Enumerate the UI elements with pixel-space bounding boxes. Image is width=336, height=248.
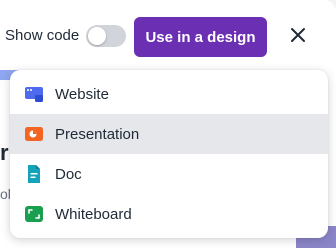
presentation-icon bbox=[24, 124, 44, 144]
menu-item-doc[interactable]: Doc bbox=[10, 154, 328, 194]
background-text-fragment: r bbox=[0, 140, 9, 165]
menu-item-label: Website bbox=[55, 85, 109, 103]
whiteboard-icon bbox=[24, 204, 44, 224]
website-icon bbox=[24, 84, 44, 104]
close-button[interactable] bbox=[286, 25, 310, 49]
doc-icon bbox=[24, 164, 44, 184]
design-type-menu: Website Presentation Doc Whiteboard bbox=[10, 70, 328, 238]
menu-item-label: Whiteboard bbox=[55, 205, 132, 223]
panel: r ol Show code Use in a design Website P… bbox=[0, 0, 336, 248]
use-in-design-button[interactable]: Use in a design bbox=[134, 17, 267, 57]
menu-item-label: Presentation bbox=[55, 125, 140, 143]
menu-item-whiteboard[interactable]: Whiteboard bbox=[10, 194, 328, 234]
toolbar: Show code Use in a design bbox=[0, 0, 336, 72]
menu-item-label: Doc bbox=[55, 165, 82, 183]
toggle-knob bbox=[88, 27, 106, 45]
show-code-label: Show code bbox=[5, 27, 80, 44]
show-code-toggle[interactable] bbox=[86, 25, 126, 47]
close-icon bbox=[290, 27, 306, 48]
menu-item-presentation[interactable]: Presentation bbox=[10, 114, 328, 154]
menu-item-website[interactable]: Website bbox=[10, 74, 328, 114]
